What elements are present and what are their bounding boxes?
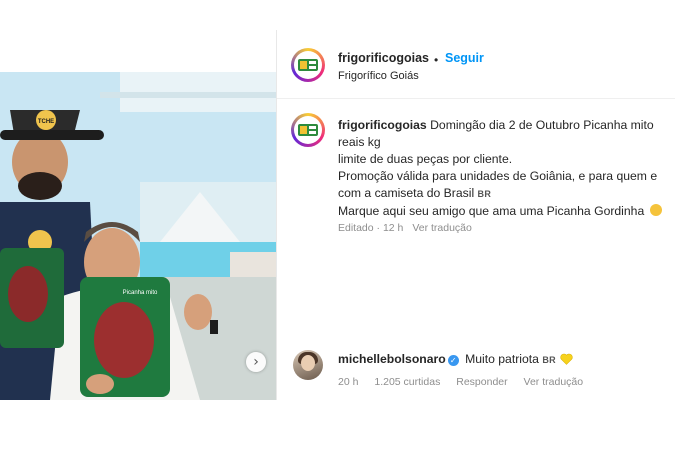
package-text: Picanha mito	[123, 290, 158, 296]
caption-line-1: Domingão dia 2 de Outubro Picanha mito	[430, 118, 654, 132]
chevron-right-icon[interactable]: ›	[246, 352, 266, 372]
hat-badge-text: TCHE	[38, 119, 54, 125]
brazil-flag-icon: BR	[542, 355, 556, 365]
commenter-avatar[interactable]	[293, 350, 323, 380]
follow-button[interactable]: Seguir	[445, 51, 484, 65]
comment-time: 20 h	[338, 376, 359, 388]
frigorifico-logo-icon	[298, 59, 318, 71]
post-caption: frigorificogoias Domingão dia 2 de Outub…	[338, 117, 675, 220]
caption-line-6: Marque aqui seu amigo que ama uma Picanh…	[338, 204, 645, 218]
comment-meta: 20 h 1.205 curtidas Responder Ver traduç…	[338, 376, 596, 388]
verified-badge-icon: ✓	[447, 355, 459, 366]
comment: michellebolsonaro ✓ Muito patriota BR	[338, 352, 573, 366]
comment-likes[interactable]: 1.205 curtidas	[374, 376, 440, 388]
post-photo[interactable]: TCHE Picanha mito ›	[0, 72, 276, 400]
caption-line-2: reais kg	[338, 135, 381, 149]
smiling-face-icon	[649, 204, 662, 216]
instagram-post-screenshot: TCHE Picanha mito › frigorificogoias • S…	[0, 0, 675, 450]
caption-line-3: limite de duas peças por cliente.	[338, 152, 513, 166]
frigorifico-logo-icon	[298, 124, 318, 136]
photo-illustration: TCHE Picanha mito	[0, 72, 276, 400]
comment-handle[interactable]: michellebolsonaro	[338, 352, 446, 366]
divider	[276, 30, 277, 400]
caption-avatar[interactable]	[291, 113, 325, 147]
reply-button[interactable]: Responder	[456, 376, 507, 388]
caption-meta: Editado · 12 h Ver tradução	[338, 222, 472, 234]
see-translation-link[interactable]: Ver tradução	[412, 222, 472, 234]
author-name: Frigorífico Goiás	[338, 70, 419, 82]
caption-handle[interactable]: frigorificogoias	[338, 118, 427, 132]
author-avatar[interactable]	[291, 48, 325, 82]
caption-line-5: com a camiseta do Brasil	[338, 186, 475, 200]
separator-dot: •	[434, 53, 439, 67]
caption-line-4: Promoção válida para unidades de Goiânia…	[338, 169, 658, 183]
brazil-flag-icon: BR	[477, 189, 492, 199]
yellow-heart-icon	[560, 353, 573, 365]
author-handle[interactable]: frigorificogoias	[338, 51, 429, 65]
crop-mask	[277, 392, 675, 450]
caption-time: Editado · 12 h	[338, 222, 404, 234]
comment-text: Muito patriota	[465, 352, 539, 366]
divider	[277, 98, 675, 99]
comment-translate-link[interactable]: Ver tradução	[524, 376, 584, 388]
